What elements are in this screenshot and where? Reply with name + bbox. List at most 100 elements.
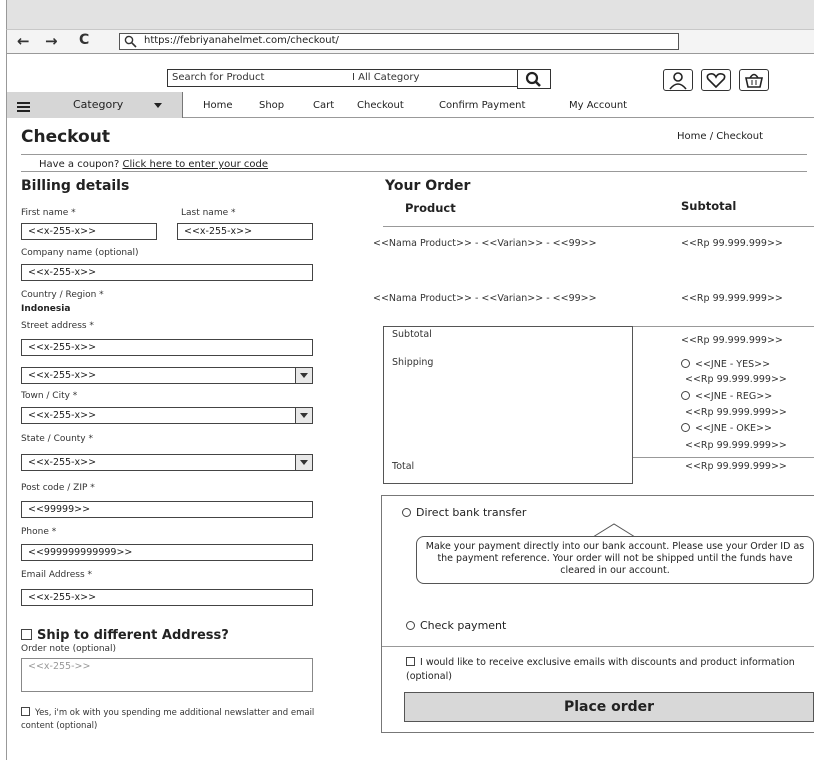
- shipping-option-price: <<Rp 99.999.999>>: [685, 440, 787, 451]
- search-button[interactable]: [517, 69, 551, 89]
- cart-button[interactable]: [739, 69, 769, 91]
- hamburger-icon: [17, 102, 30, 112]
- company-label: Company name (optional): [21, 248, 139, 258]
- last-name-label: Last name *: [181, 208, 236, 218]
- direct-bank-option[interactable]: Direct bank transfer: [402, 506, 526, 519]
- postcode-field[interactable]: <<99999>>: [21, 501, 313, 518]
- nav-confirm-payment[interactable]: Confirm Payment: [439, 100, 525, 111]
- totals-divider: [633, 457, 814, 458]
- dropdown-arrow-icon: [295, 368, 312, 383]
- phone-label: Phone *: [21, 527, 57, 537]
- nav-my-account[interactable]: My Account: [569, 100, 627, 111]
- first-name-label: First name *: [21, 208, 76, 218]
- newsletter-consent-label: Yes, i'm ok with you spending me additio…: [21, 708, 315, 731]
- shipping-option-name: <<JNE - YES>>: [695, 359, 771, 370]
- category-menu-button[interactable]: Category: [7, 92, 183, 118]
- search-icon: [124, 35, 137, 48]
- country-label: Country / Region *: [21, 290, 104, 300]
- site-page: Search for Product I All Category Catego…: [6, 54, 814, 760]
- category-select[interactable]: I All Category: [352, 72, 419, 83]
- coupon-link[interactable]: Click here to enter your code: [122, 159, 268, 170]
- nav-checkout[interactable]: Checkout: [357, 100, 404, 111]
- dropdown-arrow-icon: [295, 408, 312, 423]
- nav-home[interactable]: Home: [203, 100, 233, 111]
- promo-consent-label: I would like to receive exclusive emails…: [406, 657, 795, 682]
- totals-divider: [633, 326, 814, 327]
- back-button[interactable]: ←: [17, 32, 30, 50]
- shipping-option[interactable]: <<JNE - YES>>: [681, 359, 770, 370]
- order-heading: Your Order: [385, 178, 471, 194]
- ship-different-option[interactable]: Ship to different Address?: [21, 628, 229, 643]
- order-line-subtotal: <<Rp 99.999.999>>: [681, 238, 783, 249]
- shipping-option[interactable]: <<JNE - REG>>: [681, 391, 772, 402]
- forward-button[interactable]: →: [45, 32, 58, 50]
- order-col-product: Product: [405, 201, 456, 215]
- state-label: State / County *: [21, 434, 93, 444]
- subtotal-label: Subtotal: [392, 329, 432, 340]
- checkbox-icon: [21, 629, 32, 640]
- company-field[interactable]: <<x-255-x>>: [21, 264, 313, 281]
- nav-shop[interactable]: Shop: [259, 100, 284, 111]
- town-label: Town / City *: [21, 391, 78, 401]
- radio-icon: [681, 359, 690, 368]
- radio-icon: [406, 621, 415, 630]
- breadcrumb[interactable]: Home / Checkout: [677, 131, 763, 142]
- main-nav: Category Home Shop Cart Checkout Confirm…: [7, 92, 814, 118]
- promo-consent-option[interactable]: I would like to receive exclusive emails…: [406, 656, 806, 684]
- address-bar[interactable]: https://febriyanahelmet.com/checkout/: [119, 33, 679, 50]
- newsletter-consent-option[interactable]: Yes, i'm ok with you spending me additio…: [21, 707, 321, 733]
- radio-icon: [402, 508, 411, 517]
- order-note-field[interactable]: <<x-255->>: [21, 658, 313, 692]
- search-bar[interactable]: Search for Product I All Category: [167, 69, 521, 87]
- order-line-product: <<Nama Product>> - <<Varian>> - <<99>>: [373, 238, 597, 249]
- check-payment-label: Check payment: [420, 619, 507, 632]
- order-note-label: Order note (optional): [21, 644, 117, 654]
- check-payment-option[interactable]: Check payment: [406, 619, 506, 632]
- state-value: <<x-255-x>>: [28, 457, 97, 468]
- search-input[interactable]: Search for Product: [172, 72, 264, 83]
- street-value-2: <<x-255-x>>: [28, 370, 97, 381]
- nav-cart[interactable]: Cart: [313, 100, 334, 111]
- phone-field[interactable]: <<999999999999>>: [21, 544, 313, 561]
- state-select[interactable]: <<x-255-x>>: [21, 454, 313, 471]
- direct-bank-label: Direct bank transfer: [416, 506, 527, 519]
- shipping-option-price: <<Rp 99.999.999>>: [685, 407, 787, 418]
- first-name-field[interactable]: <<x-255-x>>: [21, 223, 157, 240]
- bank-transfer-note: Make your payment directly into our bank…: [416, 536, 814, 584]
- coupon-prompt: Have a coupon?: [39, 159, 120, 170]
- basket-icon: [745, 73, 763, 88]
- reload-button[interactable]: C: [79, 32, 89, 48]
- shipping-option[interactable]: <<JNE - OKE>>: [681, 423, 772, 434]
- town-value: <<x-255-x>>: [28, 410, 97, 421]
- last-name-field[interactable]: <<x-255-x>>: [177, 223, 313, 240]
- radio-icon: [681, 391, 690, 400]
- order-line-product: <<Nama Product>> - <<Varian>> - <<99>>: [373, 293, 597, 304]
- radio-icon: [681, 423, 690, 432]
- payment-divider: [382, 646, 814, 647]
- search-icon: [525, 71, 541, 87]
- browser-toolbar: ← → C https://febriyanahelmet.com/checko…: [6, 30, 814, 54]
- ship-different-label: Ship to different Address?: [37, 628, 229, 643]
- url-text: https://febriyanahelmet.com/checkout/: [144, 35, 339, 46]
- browser-title-bar: [6, 0, 814, 30]
- wishlist-button[interactable]: [701, 69, 731, 91]
- shipping-option-price: <<Rp 99.999.999>>: [685, 374, 787, 385]
- place-order-button[interactable]: Place order: [404, 692, 814, 722]
- dropdown-arrow-icon: [295, 455, 312, 470]
- page-title: Checkout: [21, 127, 110, 147]
- total-value: <<Rp 99.999.999>>: [685, 461, 787, 472]
- shipping-option-name: <<JNE - OKE>>: [695, 423, 772, 434]
- email-field[interactable]: <<x-255-x>>: [21, 589, 313, 606]
- user-icon: [669, 72, 687, 90]
- street-field-1[interactable]: <<x-255-x>>: [21, 339, 313, 356]
- town-select[interactable]: <<x-255-x>>: [21, 407, 313, 424]
- street-label: Street address *: [21, 321, 94, 331]
- caret-down-icon: [154, 103, 162, 108]
- order-line-subtotal: <<Rp 99.999.999>>: [681, 293, 783, 304]
- payment-box: Direct bank transfer Make your payment d…: [381, 495, 814, 733]
- order-divider: [383, 226, 814, 227]
- account-button[interactable]: [663, 69, 693, 91]
- shipping-option-name: <<JNE - REG>>: [695, 391, 773, 402]
- street-select-2[interactable]: <<x-255-x>>: [21, 367, 313, 384]
- heart-icon: [706, 73, 726, 89]
